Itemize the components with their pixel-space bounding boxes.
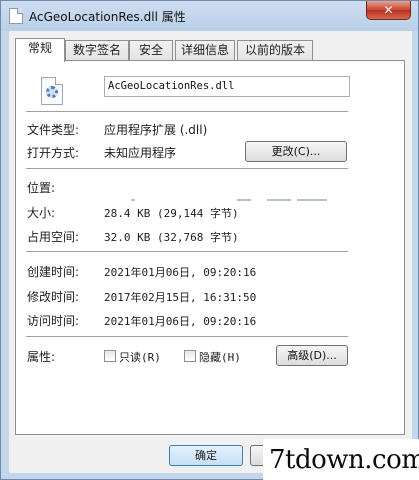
modified-value: 2017年02月15日, 16:31:50	[104, 291, 257, 304]
file-type-value: 应用程序扩展 (.dll)	[104, 123, 208, 137]
tab-general[interactable]: 常规	[15, 38, 65, 62]
dialog-client: 常规 数字签名 安全 详细信息 以前的版本 AcGeoLocationRes.d…	[9, 31, 412, 473]
tab-security[interactable]: 安全	[129, 40, 173, 60]
created-value: 2021年01月06日, 09:20:16	[104, 266, 257, 279]
dll-file-icon	[41, 77, 63, 105]
properties-window: AcGeoLocationRes.dll 属性 ✕ 常规 数字签名 安全 详细信…	[0, 0, 419, 480]
hidden-checkbox[interactable]	[184, 350, 196, 362]
gear-icon	[46, 86, 58, 98]
created-label: 创建时间:	[27, 265, 80, 279]
separator	[26, 111, 348, 112]
file-type-label: 文件类型:	[27, 123, 80, 137]
size-label: 大小:	[27, 206, 56, 220]
tab-strip: 常规 数字签名 安全 详细信息 以前的版本	[15, 38, 405, 62]
accessed-value: 2021年01月06日, 09:20:16	[104, 315, 257, 328]
close-button[interactable]: ✕	[366, 1, 411, 20]
opens-with-label: 打开方式:	[27, 146, 80, 160]
window-title: AcGeoLocationRes.dll 属性	[29, 10, 186, 24]
advanced-button[interactable]: 高级(D)...	[276, 345, 348, 366]
file-icon	[9, 8, 23, 24]
file-name-input[interactable]: AcGeoLocationRes.dll	[104, 76, 350, 97]
title-bar[interactable]: AcGeoLocationRes.dll 属性 ✕	[1, 1, 418, 31]
hidden-label[interactable]: 隐藏(H)	[199, 349, 241, 365]
readonly-checkbox[interactable]	[104, 350, 116, 362]
tab-previous-versions[interactable]: 以前的版本	[237, 40, 313, 60]
attributes-label: 属性:	[27, 350, 56, 364]
tab-details[interactable]: 详细信息	[175, 40, 235, 60]
modified-label: 修改时间:	[27, 290, 80, 304]
readonly-label[interactable]: 只读(R)	[119, 349, 161, 365]
tab-digital-signatures[interactable]: 数字签名	[65, 40, 129, 60]
opens-with-value: 未知应用程序	[104, 146, 177, 160]
change-button[interactable]: 更改(C)...	[245, 141, 347, 162]
general-panel: AcGeoLocationRes.dll 文件类型: 应用程序扩展 (.dll)…	[15, 60, 405, 435]
size-on-disk-label: 占用空间:	[27, 230, 80, 244]
location-label: 位置:	[27, 181, 56, 195]
size-on-disk-value: 32.0 KB (32,768 字节)	[104, 231, 239, 244]
separator	[26, 251, 348, 252]
separator	[26, 336, 348, 337]
size-value: 28.4 KB (29,144 字节)	[104, 207, 239, 220]
watermark: 7tdown.com	[263, 439, 419, 480]
ok-button[interactable]: 确定	[169, 445, 243, 466]
separator	[26, 168, 348, 169]
accessed-label: 访问时间:	[27, 314, 80, 328]
location-value-obscured	[117, 197, 337, 203]
